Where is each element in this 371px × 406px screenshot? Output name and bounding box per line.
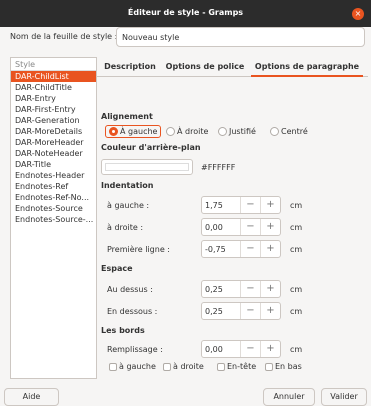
border-bottom-checkbox[interactable]: En bas: [265, 362, 302, 371]
background-color-title: Couleur d'arrière-plan: [101, 143, 201, 152]
plus-icon[interactable]: +: [260, 341, 280, 357]
padding-label: Remplissage :: [107, 345, 163, 354]
tab-paragraph-options[interactable]: Options de paragraphe: [251, 57, 363, 77]
indent-left-label: à gauche :: [107, 201, 150, 210]
indentation-title: Indentation: [101, 181, 154, 190]
background-color-value: #FFFFFF: [201, 163, 236, 172]
style-list-item[interactable]: Endnotes-Source: [11, 203, 96, 214]
unit-label: cm: [290, 201, 303, 210]
window-title: Éditeur de style - Gramps: [127, 8, 244, 17]
radio-indicator: [218, 127, 227, 136]
radio-indicator: [166, 127, 175, 136]
style-list-item[interactable]: Endnotes-Ref: [11, 181, 96, 192]
minus-icon[interactable]: −: [240, 303, 260, 319]
checkbox-box: [265, 362, 273, 371]
indent-first-line-label: Première ligne :: [107, 245, 170, 254]
space-below-spinner[interactable]: 0,25 − +: [201, 302, 281, 320]
ok-button[interactable]: Valider: [321, 388, 367, 406]
indent-left-value[interactable]: 1,75: [205, 201, 223, 210]
style-list-item[interactable]: DAR-ChildList: [11, 71, 96, 82]
radio-indicator: [270, 127, 279, 136]
background-color-button[interactable]: [101, 159, 193, 175]
align-center-label: Centré: [281, 127, 308, 136]
style-list-header[interactable]: Style: [11, 58, 96, 71]
unit-label: cm: [290, 285, 303, 294]
minus-icon[interactable]: −: [240, 281, 260, 297]
space-above-spinner[interactable]: 0,25 − +: [201, 280, 281, 298]
checkbox-box: [217, 362, 225, 371]
border-right-checkbox[interactable]: à droite: [163, 362, 204, 371]
unit-label: cm: [290, 245, 303, 254]
style-list-item[interactable]: Endnotes-Source-...: [11, 214, 96, 225]
stylesheet-name-input[interactable]: Nouveau style: [116, 27, 365, 47]
padding-spinner[interactable]: 0,00 − +: [201, 340, 281, 358]
style-list-item[interactable]: DAR-NoteHeader: [11, 148, 96, 159]
close-icon[interactable]: ×: [352, 8, 364, 20]
style-list[interactable]: Style DAR-ChildList DAR-ChildTitle DAR-E…: [10, 57, 97, 379]
alignment-title: Alignement: [101, 112, 153, 121]
minus-icon[interactable]: −: [240, 341, 260, 357]
space-above-value[interactable]: 0,25: [205, 285, 223, 294]
cancel-button[interactable]: Annuler: [263, 388, 315, 406]
padding-value[interactable]: 0,00: [205, 345, 223, 354]
plus-icon[interactable]: +: [260, 241, 280, 257]
align-justify-radio[interactable]: Justifié: [218, 127, 256, 136]
help-button[interactable]: Aide: [4, 388, 59, 406]
style-list-item[interactable]: Endnotes-Header: [11, 170, 96, 181]
checkbox-box: [163, 362, 171, 371]
unit-label: cm: [290, 345, 303, 354]
align-justify-label: Justifié: [229, 127, 256, 136]
align-center-radio[interactable]: Centré: [270, 127, 308, 136]
indent-left-spinner[interactable]: 1,75 − +: [201, 196, 281, 214]
indent-first-line-value[interactable]: -0,75: [205, 245, 226, 254]
style-list-item[interactable]: Endnotes-Ref-No...: [11, 192, 96, 203]
tab-font-options[interactable]: Options de police: [165, 57, 245, 77]
align-right-label: À droite: [177, 127, 209, 136]
space-below-label: En dessous :: [107, 307, 158, 316]
minus-icon[interactable]: −: [240, 241, 260, 257]
unit-label: cm: [290, 307, 303, 316]
indent-first-line-spinner[interactable]: -0,75 − +: [201, 240, 281, 258]
radio-selected-indicator: [109, 127, 118, 136]
color-swatch: [105, 163, 189, 171]
plus-icon[interactable]: +: [260, 197, 280, 213]
tab-description[interactable]: Description: [101, 57, 159, 77]
plus-icon[interactable]: +: [260, 303, 280, 319]
style-options-notebook: Description Options de police Options de…: [97, 57, 368, 379]
style-list-item[interactable]: DAR-MoreDetails: [11, 126, 96, 137]
align-left-label: À gauche: [120, 127, 158, 136]
tab-bar: Description Options de police Options de…: [97, 57, 368, 77]
indent-right-label: à droite :: [107, 223, 144, 232]
checkbox-box: [109, 362, 117, 371]
border-left-checkbox[interactable]: à gauche: [109, 362, 156, 371]
border-top-label: En-tête: [227, 362, 257, 371]
style-list-item[interactable]: DAR-First-Entry: [11, 104, 96, 115]
minus-icon[interactable]: −: [240, 197, 260, 213]
space-below-value[interactable]: 0,25: [205, 307, 223, 316]
plus-icon[interactable]: +: [260, 219, 280, 235]
space-above-label: Au dessus :: [107, 285, 153, 294]
plus-icon[interactable]: +: [260, 281, 280, 297]
style-list-item[interactable]: DAR-MoreHeader: [11, 137, 96, 148]
style-list-item[interactable]: DAR-Generation: [11, 115, 96, 126]
borders-title: Les bords: [101, 326, 145, 335]
stylesheet-name-label: Nom de la feuille de style :: [10, 32, 118, 41]
align-left-radio[interactable]: À gauche: [105, 125, 162, 138]
indent-right-value[interactable]: 0,00: [205, 223, 223, 232]
border-bottom-label: En bas: [275, 362, 302, 371]
indent-right-spinner[interactable]: 0,00 − +: [201, 218, 281, 236]
minus-icon[interactable]: −: [240, 219, 260, 235]
title-bar: Éditeur de style - Gramps ×: [0, 0, 371, 27]
spacing-title: Espace: [101, 264, 133, 273]
style-list-item[interactable]: DAR-Title: [11, 159, 96, 170]
border-left-label: à gauche: [119, 362, 156, 371]
style-list-item[interactable]: DAR-Entry: [11, 93, 96, 104]
border-top-checkbox[interactable]: En-tête: [217, 362, 256, 371]
style-list-item[interactable]: DAR-ChildTitle: [11, 82, 96, 93]
align-right-radio[interactable]: À droite: [166, 127, 208, 136]
unit-label: cm: [290, 223, 303, 232]
paragraph-options-panel: Alignement À gauche À droite Justifié Ce…: [97, 78, 368, 379]
border-right-label: à droite: [173, 362, 204, 371]
